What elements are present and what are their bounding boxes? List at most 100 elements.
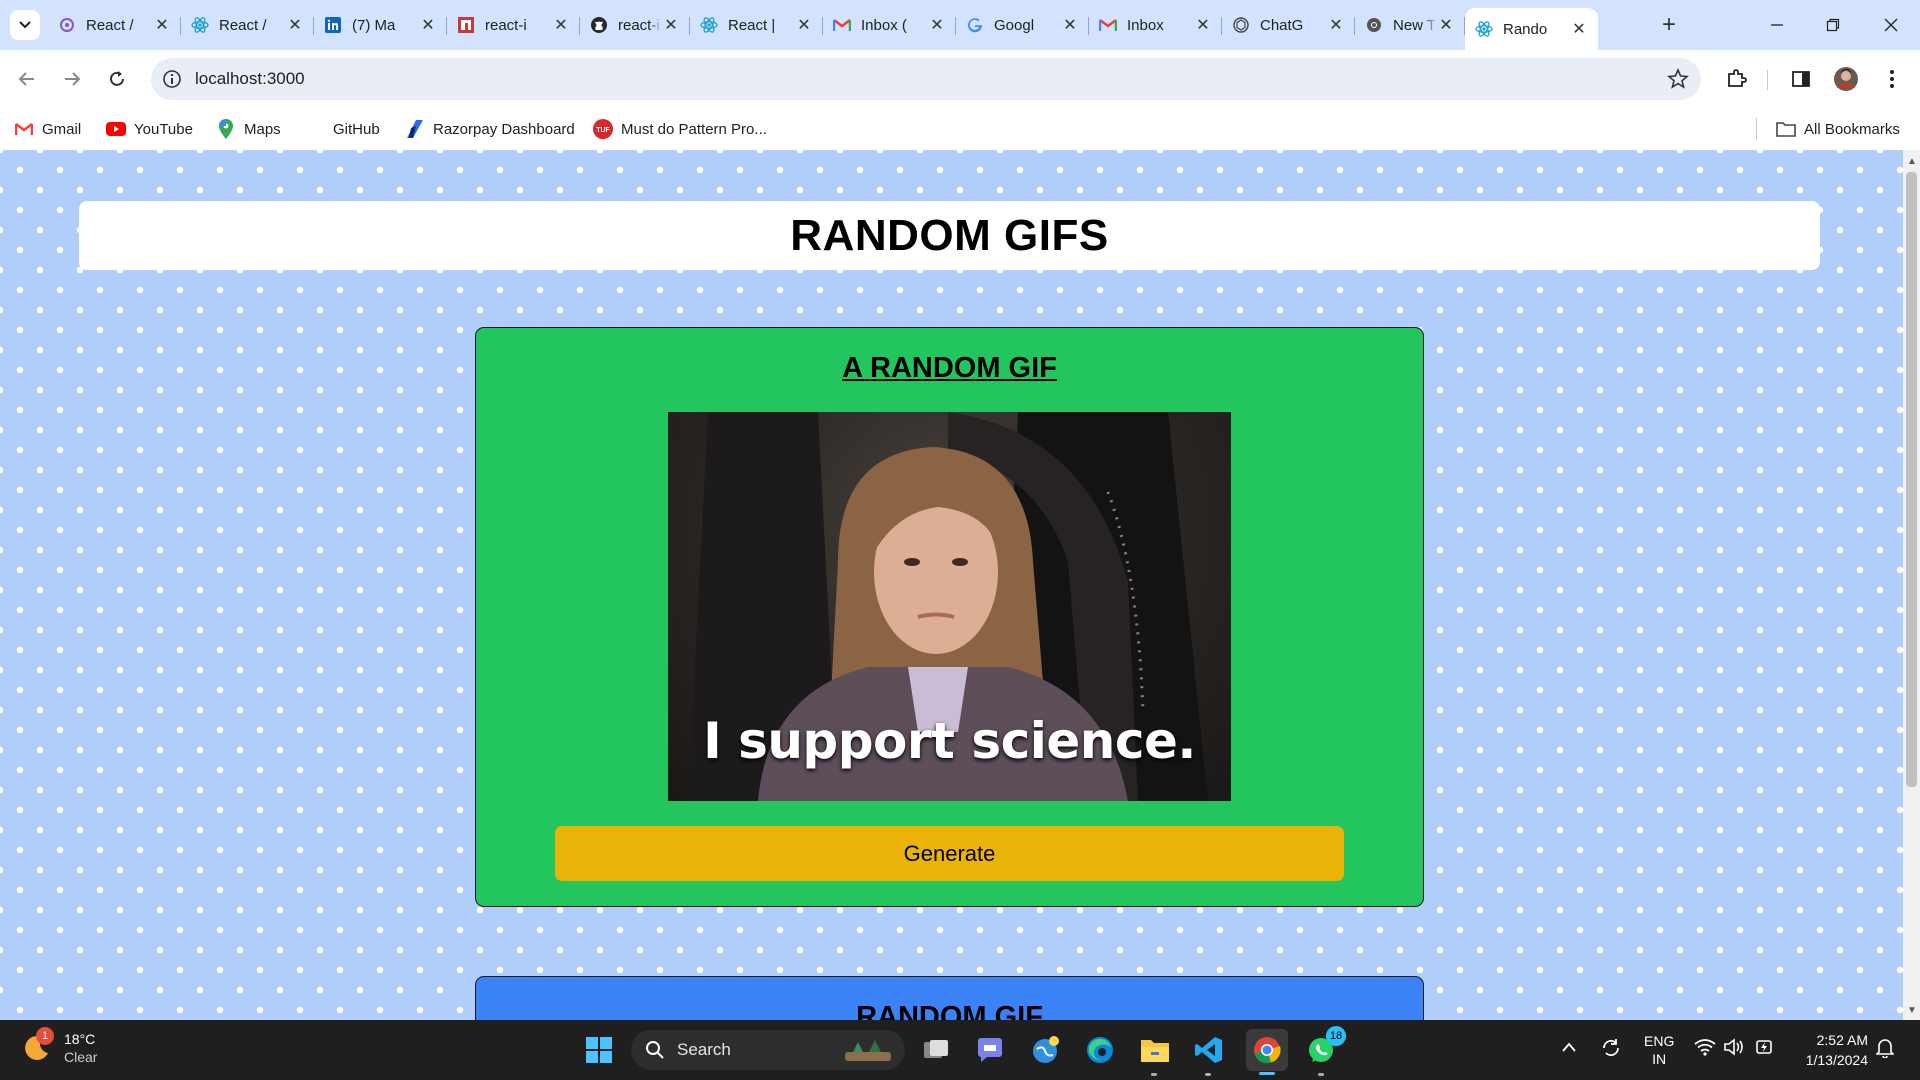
bookmark-youtube[interactable]: YouTube [106, 117, 193, 141]
url-input[interactable] [195, 58, 1595, 100]
battery-charging-icon [1756, 1040, 1772, 1054]
whatsapp-app[interactable]: 18 [1304, 1026, 1346, 1076]
page-scrollbar[interactable]: ▲ ▼ [1903, 150, 1920, 1020]
close-tab-icon[interactable]: ✕ [928, 15, 946, 35]
edge-app[interactable] [1082, 1032, 1118, 1068]
back-button[interactable] [12, 64, 42, 94]
tab-search-button[interactable] [10, 10, 40, 40]
start-button[interactable] [581, 1032, 617, 1068]
minimize-button[interactable] [1750, 0, 1804, 50]
close-tab-icon[interactable]: ✕ [153, 15, 171, 35]
card-heading: RANDOM GIF [856, 1001, 1043, 1020]
scroll-up-icon[interactable]: ▲ [1907, 156, 1917, 167]
chrome-app[interactable] [1246, 1029, 1288, 1075]
arrow-right-icon [65, 72, 81, 86]
weather-app[interactable] [1028, 1032, 1064, 1068]
gif-caption: I support science. [703, 712, 1196, 770]
tab[interactable]: Googl ✕ [956, 8, 1089, 42]
tab[interactable]: React / ✕ [181, 8, 314, 42]
close-icon [1884, 18, 1898, 32]
maps-pin-icon [216, 119, 236, 139]
bookmark-gmail[interactable]: Gmail [14, 117, 81, 141]
close-tab-icon[interactable]: ✕ [286, 15, 304, 35]
scrollbar-thumb[interactable] [1906, 172, 1917, 787]
file-explorer-app[interactable] [1137, 1032, 1173, 1076]
tab[interactable]: react-i ✕ [580, 8, 690, 42]
restore-icon [1826, 18, 1840, 32]
tab[interactable]: New T ✕ [1355, 8, 1465, 42]
close-tab-icon[interactable]: ✕ [552, 15, 570, 35]
profile-avatar[interactable] [1831, 64, 1861, 94]
bookmark-maps[interactable]: Maps [216, 117, 281, 141]
forward-button[interactable] [57, 64, 87, 94]
tab[interactable]: React / ✕ [48, 8, 181, 42]
tab[interactable]: Inbox (✕ [823, 8, 956, 42]
show-hidden-icons-button[interactable] [1561, 1040, 1577, 1056]
minimize-icon [1771, 24, 1783, 26]
clock[interactable]: 2:52 AM 1/13/2024 [1793, 1030, 1868, 1070]
vscode-app[interactable] [1191, 1032, 1227, 1076]
close-window-button[interactable] [1864, 0, 1918, 50]
chatgpt-icon [1232, 16, 1250, 34]
bookmark-razorpay[interactable]: Razorpay Dashboard [405, 117, 575, 141]
clock-date: 1/13/2024 [1805, 1052, 1868, 1068]
volume-tray-icon[interactable] [1723, 1038, 1745, 1059]
extensions-button[interactable] [1721, 64, 1751, 94]
arrow-left-icon [18, 72, 34, 86]
tab[interactable]: react-i ✕ [447, 8, 580, 42]
address-bar[interactable] [151, 58, 1701, 100]
weather-widget[interactable]: 1 18°C Clear [22, 1027, 97, 1066]
kebab-menu-icon [1890, 70, 1894, 88]
all-bookmarks-button[interactable]: All Bookmarks [1776, 117, 1900, 141]
github-icon [590, 16, 608, 34]
close-tab-icon[interactable]: ✕ [419, 15, 437, 35]
close-tab-icon[interactable]: ✕ [1570, 19, 1588, 39]
close-tab-icon[interactable]: ✕ [1194, 15, 1212, 35]
close-tab-icon[interactable]: ✕ [795, 15, 813, 35]
browser-menu-button[interactable] [1877, 64, 1907, 94]
page-viewport: RANDOM GIFS A RANDOM GIF I support scien… [0, 150, 1903, 1020]
generate-button[interactable]: Generate [555, 826, 1344, 881]
taskbar-search[interactable]: Search [631, 1030, 905, 1070]
close-tab-icon[interactable]: ✕ [1061, 15, 1079, 35]
teams-app[interactable] [972, 1032, 1008, 1068]
vscode-icon [1195, 1037, 1222, 1063]
chevron-down-icon [19, 21, 31, 29]
tab[interactable]: React | ✕ [690, 8, 823, 42]
restore-button[interactable] [1806, 0, 1860, 50]
site-info-icon[interactable] [161, 68, 183, 90]
reload-icon [110, 71, 124, 86]
task-view-button[interactable] [918, 1032, 954, 1068]
google-icon [966, 16, 984, 34]
new-tab-button[interactable]: + [1652, 8, 1686, 42]
bell-icon [1875, 1039, 1895, 1059]
input-language[interactable]: ENG IN [1644, 1032, 1674, 1068]
search-icon [646, 1041, 664, 1059]
network-tray-icon[interactable] [1694, 1038, 1716, 1059]
tab[interactable]: Inbox ✕ [1089, 8, 1222, 42]
bookmark-label: Must do Pattern Pro... [621, 120, 767, 138]
tab-title: React / [219, 16, 267, 34]
bookmark-star-icon[interactable] [1667, 68, 1689, 90]
region-code: IN [1652, 1051, 1667, 1067]
tab-title: React | [728, 16, 776, 34]
close-tab-icon[interactable]: ✕ [1327, 15, 1345, 35]
notifications-button[interactable] [1875, 1038, 1895, 1061]
battery-tray-icon[interactable] [1754, 1038, 1776, 1059]
bookmark-tuf[interactable]: TUF Must do Pattern Pro... [593, 117, 767, 141]
bookmark-github[interactable]: GitHub [305, 117, 380, 141]
youtube-icon [106, 119, 126, 139]
tab-active[interactable]: Rando ✕ [1465, 8, 1598, 50]
close-tab-icon[interactable]: ✕ [662, 15, 680, 35]
scroll-down-icon[interactable]: ▼ [1907, 1005, 1917, 1016]
side-panel-button[interactable] [1786, 64, 1816, 94]
reload-button[interactable] [102, 64, 132, 94]
close-tab-icon[interactable]: ✕ [1437, 15, 1455, 35]
chrome-icon [1365, 16, 1383, 34]
page-title: RANDOM GIFS [790, 210, 1109, 260]
sync-tray-icon[interactable] [1600, 1037, 1622, 1062]
tab[interactable]: (7) Ma ✕ [314, 8, 447, 42]
task-view-icon [924, 1040, 948, 1058]
tab[interactable]: ChatG ✕ [1222, 8, 1355, 42]
folder-icon [1141, 1040, 1169, 1062]
